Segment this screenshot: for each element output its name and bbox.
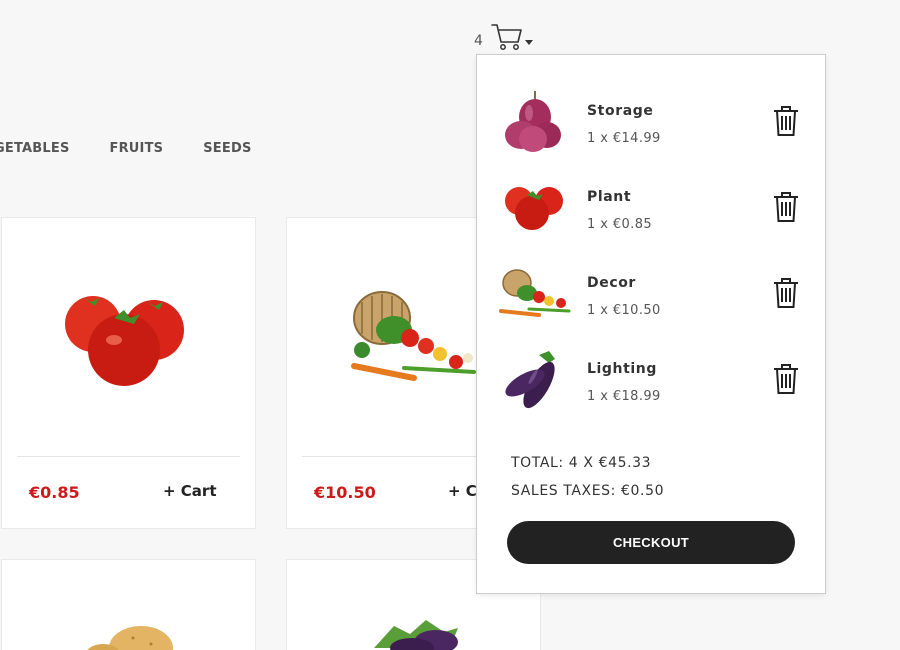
vegetable-basket-image	[499, 263, 571, 335]
red-onion-image	[499, 91, 571, 163]
cart-item-quantity: 1 x €10.50	[587, 303, 661, 318]
chevron-down-icon	[524, 31, 533, 50]
product-card[interactable]: €0.85 + Cart	[1, 217, 256, 529]
trash-icon[interactable]	[773, 191, 799, 227]
cart-item: Storage 1 x €14.99	[477, 91, 825, 177]
eggplants-image	[354, 612, 474, 650]
cart-item: Plant 1 x €0.85	[477, 177, 825, 263]
potatoes-image	[69, 620, 189, 650]
cart-item-quantity: 1 x €0.85	[587, 217, 653, 232]
product-price: €0.85	[29, 483, 80, 502]
cart-item-name: Decor	[587, 275, 636, 291]
eggplant-image	[499, 349, 571, 421]
cart-item-quantity: 1 x €14.99	[587, 131, 661, 146]
cart-dropdown: Storage 1 x €14.99 Plant 1 x €0.85 Decor…	[476, 54, 826, 594]
trash-icon[interactable]	[773, 277, 799, 313]
nav-item-fruits[interactable]: FRUITS	[110, 141, 164, 156]
vegetable-basket-image	[344, 288, 484, 388]
category-nav: GETABLES FRUITS SEEDS	[0, 141, 292, 156]
product-card[interactable]	[1, 559, 256, 650]
cart-count: 4	[474, 33, 483, 49]
cart-item-name: Lighting	[587, 361, 657, 377]
cart-item: Lighting 1 x €18.99	[477, 349, 825, 435]
cart-item-name: Storage	[587, 103, 654, 119]
cart-item: Decor 1 x €10.50	[477, 263, 825, 349]
cart-icon	[491, 22, 523, 56]
trash-icon[interactable]	[773, 105, 799, 141]
cart-total: TOTAL: 4 X €45.33	[511, 455, 652, 471]
checkout-button[interactable]: CHECKOUT	[507, 521, 795, 564]
add-to-cart-button[interactable]: + Cart	[163, 482, 217, 500]
tomatoes-image	[499, 177, 571, 249]
card-divider	[17, 456, 240, 457]
nav-item-seeds[interactable]: SEEDS	[203, 141, 251, 156]
nav-item-vegetables[interactable]: GETABLES	[0, 141, 70, 156]
cart-item-quantity: 1 x €18.99	[587, 389, 661, 404]
sales-taxes: SALES TAXES: €0.50	[511, 483, 665, 499]
trash-icon[interactable]	[773, 363, 799, 399]
product-price: €10.50	[314, 483, 376, 502]
tomatoes-image	[59, 288, 199, 398]
cart-button[interactable]: 4	[474, 22, 533, 56]
cart-item-name: Plant	[587, 189, 632, 205]
